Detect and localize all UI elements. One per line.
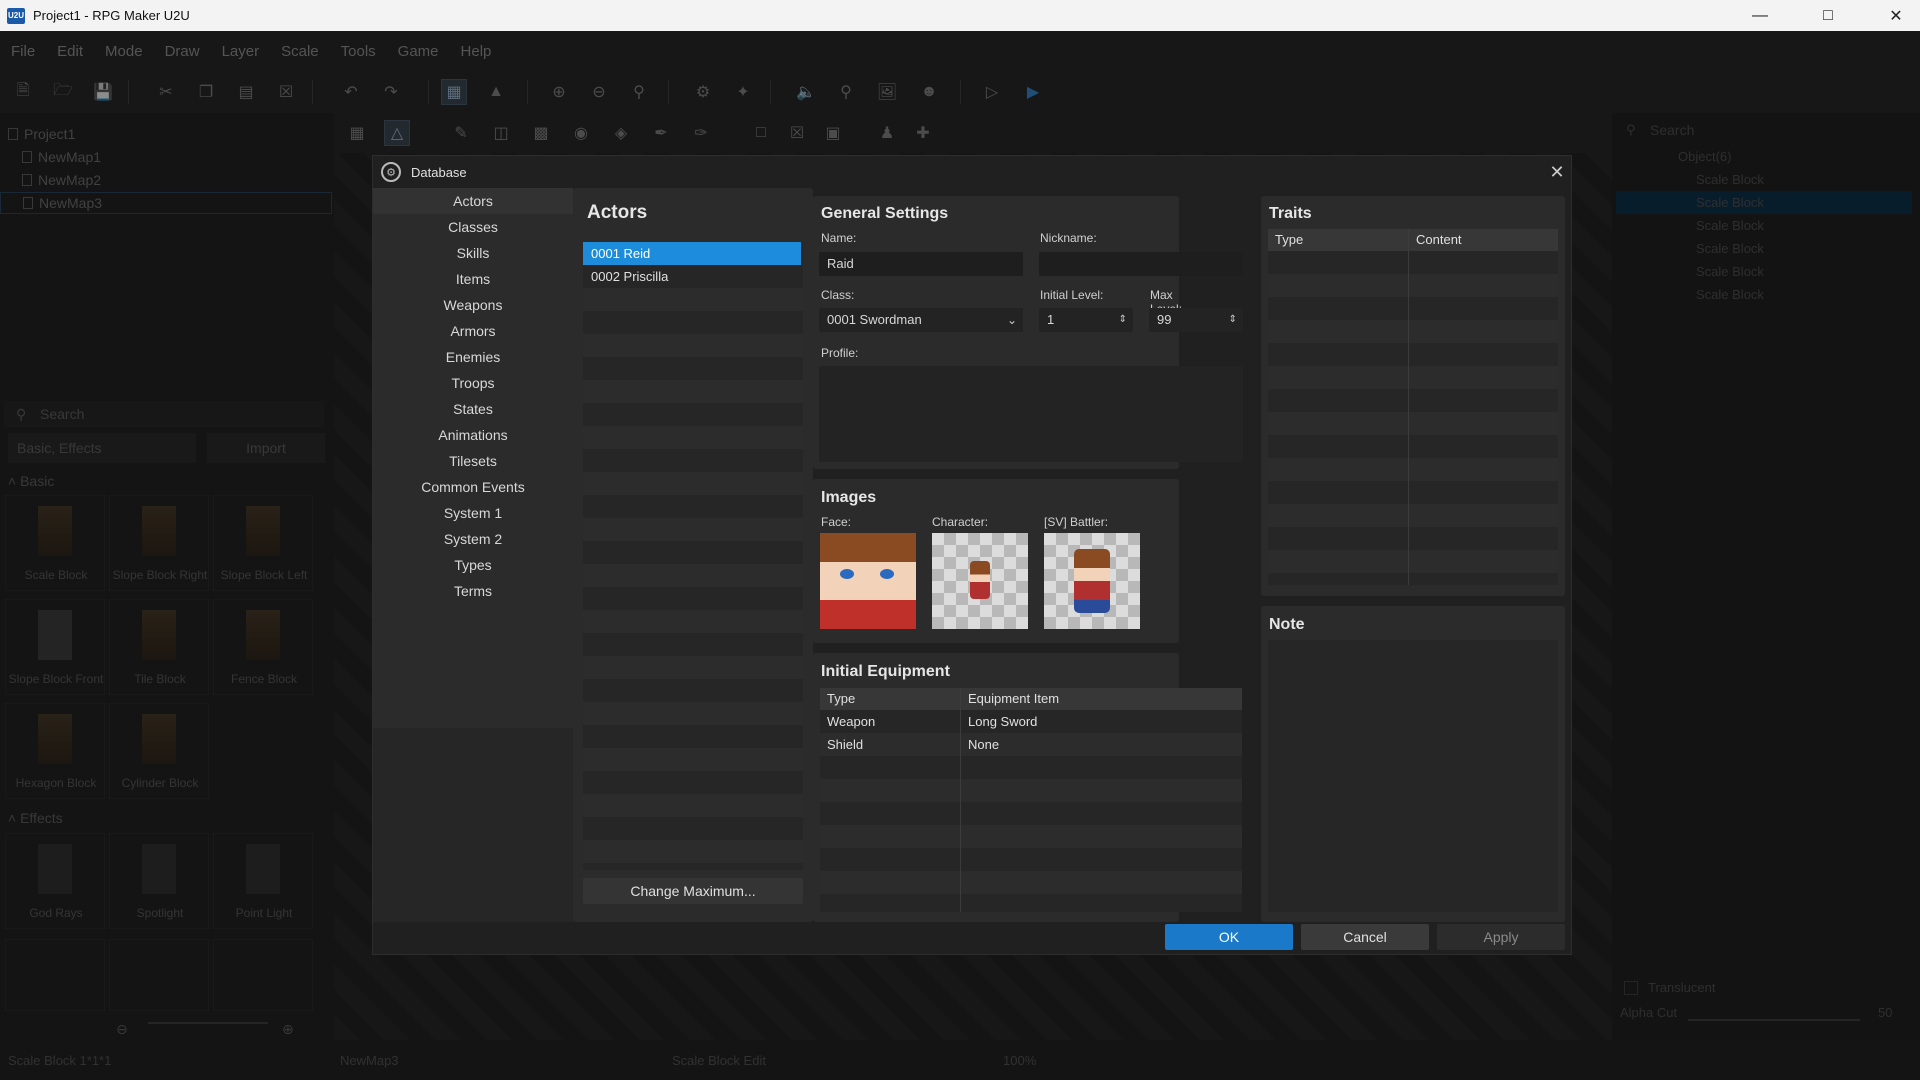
images-panel: Images Face: Character: [SV] Battler: xyxy=(813,479,1179,643)
maximize-button[interactable]: □ xyxy=(1794,0,1862,31)
traits-header-type: Type xyxy=(1268,229,1408,251)
traits-heading: Traits xyxy=(1269,205,1312,222)
equipment-header-type: Type xyxy=(820,688,960,710)
actor-list-panel: Actors 0001 Reid 0002 Priscilla Change M… xyxy=(573,188,813,922)
battler-image[interactable] xyxy=(1044,533,1140,629)
category-items[interactable]: Items xyxy=(373,266,573,292)
category-panel-footer xyxy=(373,728,573,922)
equipment-table: Type Equipment Item Weapon Long Sword Sh… xyxy=(820,688,1242,912)
actor-list: 0001 Reid 0002 Priscilla xyxy=(583,242,803,870)
category-enemies[interactable]: Enemies xyxy=(373,344,573,370)
ok-button[interactable]: OK xyxy=(1165,924,1293,950)
equipment-type-cell[interactable]: Weapon xyxy=(820,710,960,733)
profile-textarea[interactable] xyxy=(819,366,1243,462)
category-weapons[interactable]: Weapons xyxy=(373,292,573,318)
category-actors[interactable]: Actors xyxy=(373,188,573,214)
spinner-arrows-icon: ⇕ xyxy=(1228,314,1237,325)
dialog-title-bar: ⚙ Database xyxy=(373,156,1573,188)
class-select[interactable]: 0001 Swordman ⌄ xyxy=(819,308,1023,332)
note-heading: Note xyxy=(1269,616,1305,633)
category-tilesets[interactable]: Tilesets xyxy=(373,448,573,474)
equipment-item-cell[interactable]: None xyxy=(961,733,1242,756)
initial-equipment-panel: Initial Equipment Type Equipment Item We… xyxy=(813,653,1242,922)
category-system-2[interactable]: System 2 xyxy=(373,526,573,552)
name-label: Name: xyxy=(821,231,857,245)
character-label: Character: xyxy=(932,515,989,529)
traits-header-content: Content xyxy=(1409,229,1558,251)
character-image[interactable] xyxy=(932,533,1028,629)
max-level-spinner[interactable]: 99 ⇕ xyxy=(1149,308,1243,332)
change-maximum-button[interactable]: Change Maximum... xyxy=(583,878,803,904)
general-settings-panel: General Settings Name: Raid Nickname: Cl… xyxy=(813,196,1243,469)
actors-heading: Actors xyxy=(587,202,648,223)
apply-button[interactable]: Apply xyxy=(1437,924,1565,950)
traits-panel: Traits Type Content xyxy=(1261,196,1565,596)
dialog-title: Database xyxy=(411,164,467,180)
actor-item-selected[interactable]: 0001 Reid xyxy=(583,242,801,265)
equipment-header-item: Equipment Item xyxy=(961,688,1242,710)
nickname-label: Nickname: xyxy=(1040,231,1097,245)
images-heading: Images xyxy=(821,489,877,506)
category-classes[interactable]: Classes xyxy=(373,214,573,240)
category-troops[interactable]: Troops xyxy=(373,370,573,396)
window-title: Project1 - RPG Maker U2U xyxy=(33,8,190,23)
database-dialog: ⚙ Database ✕ Actors Classes Skills Items… xyxy=(372,155,1572,955)
gear-icon: ⚙ xyxy=(381,162,401,182)
category-skills[interactable]: Skills xyxy=(373,240,573,266)
equipment-item-cell[interactable]: Long Sword xyxy=(961,710,1242,733)
nickname-field[interactable] xyxy=(1039,252,1243,276)
category-terms[interactable]: Terms xyxy=(373,578,573,604)
note-panel: Note xyxy=(1261,606,1565,922)
window-title-bar: U2U Project1 - RPG Maker U2U — □ ✕ xyxy=(0,0,1920,31)
initial-equipment-heading: Initial Equipment xyxy=(821,663,950,680)
face-image[interactable] xyxy=(820,533,916,629)
category-states[interactable]: States xyxy=(373,396,573,422)
name-field[interactable]: Raid xyxy=(819,252,1023,276)
equipment-type-cell[interactable]: Shield xyxy=(820,733,960,756)
chevron-down-icon: ⌄ xyxy=(1006,313,1017,327)
face-label: Face: xyxy=(821,515,852,529)
spinner-arrows-icon: ⇕ xyxy=(1118,314,1127,325)
category-armors[interactable]: Armors xyxy=(373,318,573,344)
minimize-button[interactable]: — xyxy=(1726,0,1794,31)
initial-level-spinner[interactable]: 1 ⇕ xyxy=(1039,308,1133,332)
note-textarea[interactable] xyxy=(1268,640,1558,912)
close-icon[interactable]: ✕ xyxy=(1545,160,1569,184)
traits-table[interactable]: Type Content xyxy=(1268,229,1558,585)
battler-label: [SV] Battler: xyxy=(1044,515,1109,529)
profile-label: Profile: xyxy=(821,346,859,360)
category-system-1[interactable]: System 1 xyxy=(373,500,573,526)
initial-level-label: Initial Level: xyxy=(1040,288,1104,302)
actor-item[interactable]: 0002 Priscilla xyxy=(583,265,801,288)
cancel-button[interactable]: Cancel xyxy=(1301,924,1429,950)
category-animations[interactable]: Animations xyxy=(373,422,573,448)
close-window-button[interactable]: ✕ xyxy=(1862,0,1920,31)
app-icon: U2U xyxy=(7,7,25,24)
class-label: Class: xyxy=(821,288,855,302)
general-settings-heading: General Settings xyxy=(821,205,949,222)
category-common-events[interactable]: Common Events xyxy=(373,474,573,500)
category-types[interactable]: Types xyxy=(373,552,573,578)
